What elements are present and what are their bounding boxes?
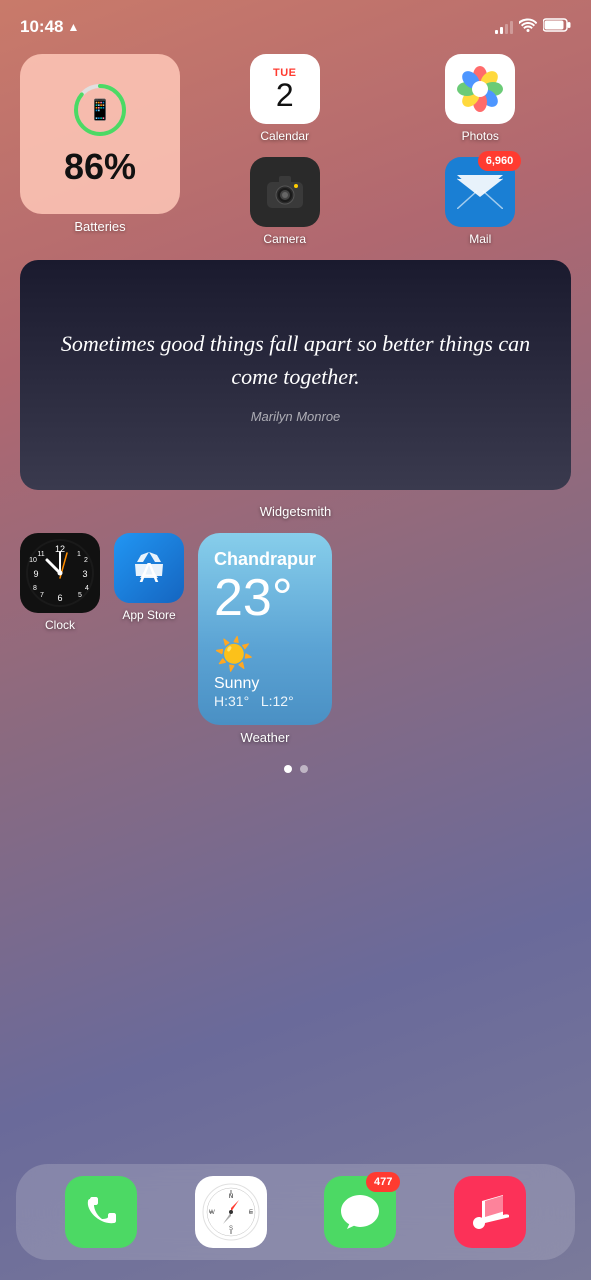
weather-high: H:31° (214, 693, 249, 709)
svg-text:N: N (228, 1194, 232, 1200)
batteries-label: Batteries (20, 219, 180, 234)
camera-icon (250, 157, 320, 227)
svg-text:2: 2 (84, 557, 88, 564)
battery-status-icon (543, 18, 571, 37)
svg-text:9: 9 (33, 569, 38, 579)
safari-dock-item[interactable]: N S E W (195, 1176, 267, 1248)
appstore-app[interactable]: A App Store (114, 533, 184, 622)
clock-icon: 12 3 6 9 1 2 4 5 7 8 10 11 (20, 533, 100, 613)
weather-sun-icon: ☀️ (214, 635, 316, 673)
calendar-icon: TUE 2 (250, 54, 320, 124)
bottom-apps-row: 12 3 6 9 1 2 4 5 7 8 10 11 (20, 533, 571, 745)
weather-hl: H:31° L:12° (214, 693, 316, 709)
quote-widget[interactable]: Sometimes good things fall apart so bett… (20, 260, 571, 490)
appstore-label: App Store (122, 608, 175, 622)
weather-condition: Sunny (214, 675, 316, 693)
music-dock-icon (454, 1176, 526, 1248)
page-dot-2 (300, 765, 308, 773)
svg-text:1: 1 (77, 551, 81, 558)
clock-label: Clock (45, 618, 75, 632)
weather-widget: Chandrapur 23° ☀️ Sunny H:31° L:12° (198, 533, 332, 725)
page-dot-1 (284, 765, 292, 773)
svg-text:8: 8 (33, 585, 37, 592)
svg-text:10: 10 (29, 557, 37, 564)
status-bar: 10:48 ▲ (0, 0, 591, 44)
home-screen: 📱 86% Batteries TUE 2 Calendar (0, 44, 591, 799)
weather-app[interactable]: Chandrapur 23° ☀️ Sunny H:31° L:12° Weat… (198, 533, 332, 745)
wifi-icon (519, 18, 537, 37)
messages-dock-icon: 477 (324, 1176, 396, 1248)
quote-text: Sometimes good things fall apart so bett… (40, 327, 551, 393)
mail-app[interactable]: 6,960 Mail (390, 157, 572, 246)
phone-dock-icon (65, 1176, 137, 1248)
mail-icon: 6,960 (445, 157, 515, 227)
signal-icon (495, 20, 513, 34)
photos-app[interactable]: Photos (390, 54, 572, 143)
time-display: 10:48 (20, 17, 63, 37)
calendar-app[interactable]: TUE 2 Calendar (194, 54, 376, 143)
weather-temp: 23° (214, 570, 316, 627)
weather-low: L:12° (261, 693, 294, 709)
dock: N S E W 477 (16, 1164, 575, 1260)
svg-text:A: A (140, 557, 159, 588)
mail-badge: 6,960 (478, 151, 522, 171)
quote-author: Marilyn Monroe (251, 409, 341, 424)
svg-text:3: 3 (82, 569, 87, 579)
widgetsmith-label: Widgetsmith (20, 504, 571, 519)
battery-ring: 📱 (70, 80, 130, 140)
right-app-grid: TUE 2 Calendar (194, 54, 571, 246)
camera-app[interactable]: Camera (194, 157, 376, 246)
battery-percent: 86% (64, 146, 136, 188)
status-icons (495, 18, 571, 37)
messages-dock-item[interactable]: 477 (324, 1176, 396, 1248)
svg-text:4: 4 (85, 585, 89, 592)
photos-label: Photos (462, 129, 499, 143)
messages-badge: 477 (366, 1172, 400, 1192)
calendar-label: Calendar (260, 129, 309, 143)
batteries-widget[interactable]: 📱 86% Batteries (20, 54, 180, 234)
safari-dock-icon: N S E W (195, 1176, 267, 1248)
phone-dock-item[interactable] (65, 1176, 137, 1248)
svg-text:7: 7 (40, 592, 44, 599)
weather-label: Weather (241, 730, 290, 745)
appstore-icon: A (114, 533, 184, 603)
page-dots (20, 765, 571, 773)
battery-phone-icon: 📱 (88, 98, 113, 123)
mail-label: Mail (469, 232, 491, 246)
svg-text:S: S (229, 1226, 233, 1232)
photos-icon (445, 54, 515, 124)
music-dock-item[interactable] (454, 1176, 526, 1248)
weather-city: Chandrapur (214, 549, 316, 570)
top-row: 📱 86% Batteries TUE 2 Calendar (20, 54, 571, 246)
svg-text:6: 6 (57, 593, 62, 603)
svg-text:11: 11 (37, 551, 44, 558)
status-time: 10:48 ▲ (20, 17, 79, 37)
location-arrow-icon: ▲ (67, 20, 79, 34)
clock-app[interactable]: 12 3 6 9 1 2 4 5 7 8 10 11 (20, 533, 100, 632)
svg-text:E: E (249, 1210, 253, 1216)
svg-text:5: 5 (78, 592, 82, 599)
calendar-day: 2 (276, 79, 294, 111)
svg-text:W: W (209, 1210, 215, 1216)
camera-label: Camera (263, 232, 306, 246)
